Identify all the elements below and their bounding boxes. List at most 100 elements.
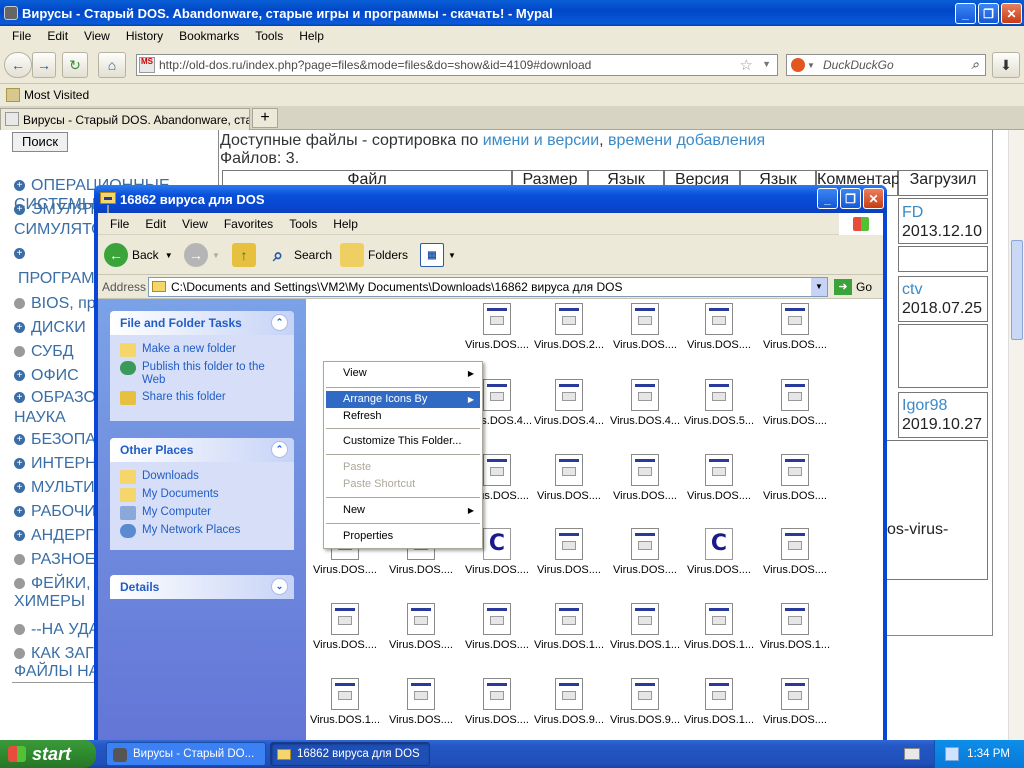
ctx-view[interactable]: View ▶ bbox=[326, 365, 480, 382]
sidebar-item[interactable]: + ОФИС bbox=[14, 367, 79, 385]
bullet-circle-icon[interactable] bbox=[14, 624, 25, 636]
clock[interactable]: 1:34 PM bbox=[967, 748, 1010, 760]
share-link[interactable]: Share this folder bbox=[110, 389, 294, 407]
file-item[interactable]: Virus.DOS.... bbox=[308, 603, 382, 651]
bullet-circle-icon[interactable] bbox=[14, 578, 25, 590]
downloads-link[interactable]: Downloads bbox=[110, 468, 294, 486]
my-computer-link[interactable]: My Computer bbox=[110, 504, 294, 522]
file-item[interactable]: Virus.DOS.... bbox=[460, 603, 534, 651]
uploader-link-3[interactable]: Igor98 bbox=[902, 397, 947, 415]
expand-plus-icon[interactable]: + bbox=[14, 506, 25, 518]
file-item[interactable]: Virus.DOS.... bbox=[758, 303, 832, 351]
file-item[interactable]: Virus.DOS.4... bbox=[532, 379, 606, 427]
file-item[interactable]: Virus.DOS.... bbox=[682, 454, 756, 502]
file-item[interactable]: Virus.DOS.... bbox=[608, 303, 682, 351]
file-item[interactable]: Virus.DOS.... bbox=[384, 603, 458, 651]
file-item[interactable]: Virus.DOS.... bbox=[460, 303, 534, 351]
file-item[interactable]: Virus.DOS.1... bbox=[308, 678, 382, 726]
file-item[interactable]: Virus.DOS.5... bbox=[682, 379, 756, 427]
site-search-button[interactable]: Поиск bbox=[12, 132, 68, 152]
duckduckgo-icon[interactable] bbox=[791, 58, 805, 72]
reload-icon[interactable]: ↻ bbox=[62, 52, 88, 78]
back-icon[interactable]: ← bbox=[4, 52, 32, 78]
expand-plus-icon[interactable]: + bbox=[14, 392, 25, 404]
up-folder-button[interactable]: ↑ bbox=[232, 241, 260, 269]
search-icon[interactable]: ⌕ bbox=[971, 56, 979, 73]
go-button[interactable]: ➜ Go bbox=[834, 277, 878, 297]
ex-menu-help[interactable]: Help bbox=[325, 217, 366, 231]
back-button[interactable]: ← Back ▼ bbox=[104, 241, 173, 269]
explorer-titlebar[interactable]: 16862 вируса для DOS _ ❐ ✕ bbox=[94, 185, 887, 214]
file-item[interactable]: Virus.DOS.... bbox=[758, 528, 832, 576]
ctx-new[interactable]: New ▶ bbox=[326, 502, 480, 519]
maximize-button[interactable]: ❐ bbox=[978, 3, 999, 24]
ctx-arrange-icons[interactable]: Arrange Icons By ▶ bbox=[326, 391, 480, 408]
file-item[interactable]: Virus.DOS.1... bbox=[532, 603, 606, 651]
file-item[interactable]: Virus.DOS.... bbox=[532, 454, 606, 502]
page-scrollbar-thumb[interactable] bbox=[1011, 240, 1023, 340]
browser-titlebar[interactable]: Вирусы - Старый DOS. Abandonware, старые… bbox=[0, 0, 1024, 26]
url-bar[interactable]: MS http://old-dos.ru/index.php?page=file… bbox=[136, 54, 778, 76]
expand-plus-icon[interactable]: + bbox=[14, 458, 25, 470]
file-item[interactable]: Virus.DOS.9... bbox=[608, 678, 682, 726]
network-tray-icon[interactable] bbox=[945, 747, 959, 761]
ex-menu-edit[interactable]: Edit bbox=[137, 217, 174, 231]
explorer-close-button[interactable]: ✕ bbox=[863, 188, 884, 209]
search-bar[interactable]: ▼ DuckDuckGo ⌕ bbox=[786, 54, 986, 76]
menu-file[interactable]: File bbox=[4, 29, 39, 43]
explorer-maximize-button[interactable]: ❐ bbox=[840, 188, 861, 209]
uploader-link-2[interactable]: ctv bbox=[902, 281, 922, 299]
back-dropdown-icon[interactable]: ▼ bbox=[165, 251, 173, 260]
start-button[interactable]: start bbox=[0, 740, 96, 768]
sidebar-item[interactable]: СУБД bbox=[14, 343, 74, 361]
sidebar-item[interactable]: РАЗНОЕ bbox=[14, 551, 95, 569]
file-item[interactable]: Virus.DOS.... bbox=[460, 678, 534, 726]
views-button[interactable]: ▦ ▼ bbox=[420, 241, 456, 269]
forward-button[interactable]: → ▼ bbox=[184, 241, 220, 269]
menu-help[interactable]: Help bbox=[291, 29, 332, 43]
file-item[interactable]: Virus.DOS.1... bbox=[682, 678, 756, 726]
sidebar-item[interactable]: ФЕЙКИ, bbox=[14, 575, 91, 593]
forward-icon[interactable]: → bbox=[32, 52, 56, 78]
menu-tools[interactable]: Tools bbox=[247, 29, 291, 43]
sidebar-item-label-line2[interactable]: ХИМЕРЫ bbox=[14, 593, 85, 611]
taskbar-task-browser[interactable]: Вирусы - Старый DO... bbox=[106, 742, 266, 766]
ex-menu-file[interactable]: File bbox=[102, 217, 137, 231]
sort-by-name-link[interactable]: имени и версии bbox=[483, 132, 599, 149]
publish-link[interactable]: Publish this folder to the Web bbox=[110, 359, 294, 389]
address-input[interactable]: C:\Documents and Settings\VM2\My Documen… bbox=[148, 277, 828, 297]
search-button[interactable]: ⌕ Search bbox=[266, 241, 332, 269]
sidebar-item-label-line2[interactable]: НАУКА bbox=[14, 409, 66, 427]
menu-history[interactable]: History bbox=[118, 29, 171, 43]
menu-bookmarks[interactable]: Bookmarks bbox=[171, 29, 247, 43]
file-item[interactable]: Virus.DOS.2... bbox=[532, 303, 606, 351]
uploader-link-1[interactable]: FD bbox=[902, 204, 923, 222]
engine-dropdown-icon[interactable]: ▼ bbox=[807, 61, 815, 70]
forward-dropdown-icon[interactable]: ▼ bbox=[212, 251, 220, 260]
file-item[interactable]: Virus.DOS.9... bbox=[532, 678, 606, 726]
tab-active[interactable]: Вирусы - Старый DOS. Abandonware, стар..… bbox=[0, 108, 250, 130]
expand-icon[interactable]: ⌄ bbox=[271, 578, 288, 595]
expand-plus-icon[interactable]: + bbox=[14, 370, 25, 382]
collapse-icon[interactable]: ⌃ bbox=[271, 441, 288, 458]
bullet-circle-icon[interactable] bbox=[14, 554, 25, 566]
details-header[interactable]: Details ⌄ bbox=[110, 575, 294, 599]
file-item[interactable]: Virus.DOS.... bbox=[758, 379, 832, 427]
file-item[interactable]: Virus.DOS.... bbox=[532, 528, 606, 576]
ctx-properties[interactable]: Properties bbox=[326, 528, 480, 545]
file-folder-tasks-header[interactable]: File and Folder Tasks ⌃ bbox=[110, 311, 294, 335]
expand-plus-icon[interactable]: + bbox=[14, 180, 25, 192]
file-item[interactable]: Virus.DOS.... bbox=[608, 454, 682, 502]
explorer-minimize-button[interactable]: _ bbox=[817, 188, 838, 209]
expand-plus-icon[interactable]: + bbox=[14, 248, 25, 260]
file-item[interactable]: Virus.DOS.1... bbox=[682, 603, 756, 651]
file-item[interactable]: Virus.DOS.... bbox=[384, 678, 458, 726]
home-icon[interactable]: ⌂ bbox=[98, 52, 126, 78]
bullet-circle-icon[interactable] bbox=[14, 298, 25, 310]
address-dropdown-icon[interactable]: ▼ bbox=[811, 278, 827, 296]
my-documents-link[interactable]: My Documents bbox=[110, 486, 294, 504]
file-item[interactable]: C Virus.DOS.... bbox=[682, 528, 756, 576]
new-tab-button[interactable]: + bbox=[252, 108, 278, 128]
file-item[interactable]: Virus.DOS.1... bbox=[608, 603, 682, 651]
expand-plus-icon[interactable]: + bbox=[14, 482, 25, 494]
